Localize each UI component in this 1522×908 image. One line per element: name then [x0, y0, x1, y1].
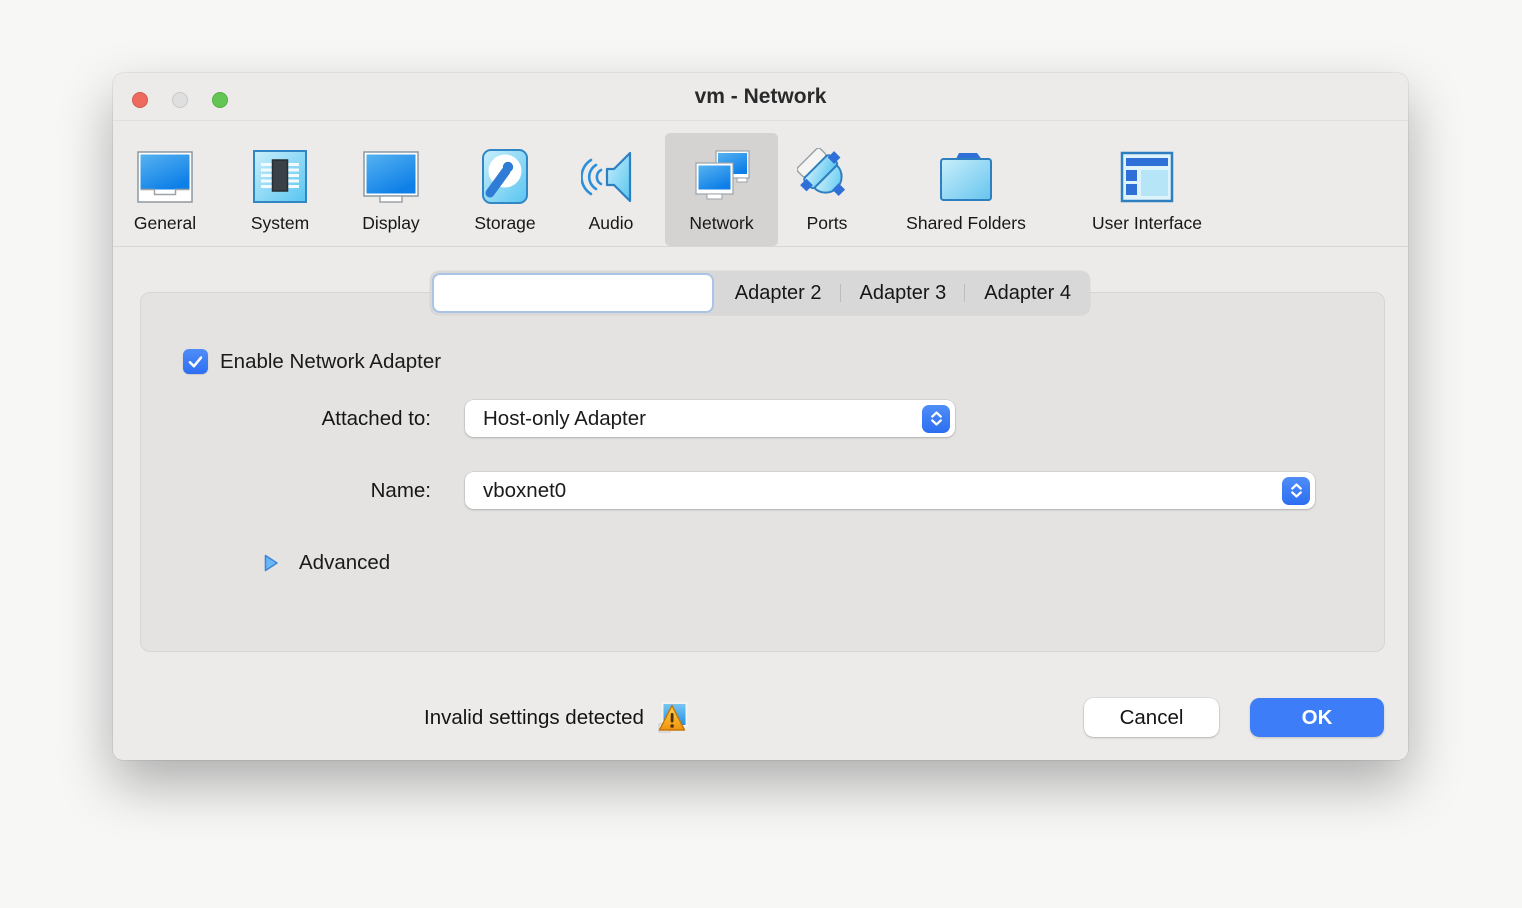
name-value: vboxnet0	[483, 479, 566, 503]
settings-window: vm - Network General	[113, 73, 1408, 760]
adapter-tabbar: Adapter 2 Adapter 3 Adapter 4	[430, 271, 1090, 315]
toolbar-item-system[interactable]: System	[235, 133, 325, 246]
toolbar-label: Network	[689, 213, 753, 234]
toolbar-label: User Interface	[1092, 213, 1202, 234]
window-icon	[1117, 147, 1177, 207]
toolbar-label: General	[134, 213, 196, 234]
popup-arrows-icon	[922, 405, 950, 433]
toolbar-label: Ports	[807, 213, 848, 234]
monitor-icon	[134, 147, 196, 207]
tab-adapter-1[interactable]	[432, 273, 714, 313]
toolbar-label: Shared Folders	[906, 213, 1026, 234]
checkmark-icon	[186, 352, 205, 371]
window-title: vm - Network	[113, 73, 1408, 121]
display-icon	[360, 147, 422, 207]
tab-label: Adapter 4	[984, 282, 1071, 305]
status-row: Invalid settings detected	[424, 698, 688, 737]
popup-arrows-icon	[1282, 477, 1310, 505]
disclosure-triangle-icon	[263, 553, 279, 573]
enable-network-adapter-checkbox[interactable]	[183, 349, 208, 374]
cancel-button[interactable]: Cancel	[1084, 698, 1219, 737]
attached-to-select[interactable]: Host-only Adapter	[465, 400, 955, 437]
speaker-icon	[581, 147, 641, 207]
tab-adapter-2[interactable]: Adapter 2	[716, 271, 841, 315]
toolbar-label: Storage	[474, 213, 535, 234]
titlebar: vm - Network	[113, 73, 1408, 121]
tab-separator	[964, 284, 965, 302]
tab-adapter-4[interactable]: Adapter 4	[965, 271, 1090, 315]
attached-to-label: Attached to:	[141, 400, 431, 437]
toolbar-label: Display	[362, 213, 419, 234]
toolbar-label: Audio	[589, 213, 634, 234]
enable-adapter-label: Enable Network Adapter	[220, 350, 441, 374]
toolbar-item-user-interface[interactable]: User Interface	[1077, 133, 1217, 246]
toolbar-item-ports[interactable]: Ports	[782, 133, 872, 246]
name-select[interactable]: vboxnet0	[465, 472, 1315, 509]
ok-button[interactable]: OK	[1250, 698, 1384, 737]
connector-icon	[797, 147, 857, 207]
hard-disk-icon	[476, 147, 534, 207]
chip-icon	[251, 147, 309, 207]
tab-label: Adapter 2	[735, 282, 822, 305]
attached-to-value: Host-only Adapter	[483, 407, 646, 431]
invalid-settings-text: Invalid settings detected	[424, 706, 644, 730]
tab-adapter-3[interactable]: Adapter 3	[841, 271, 966, 315]
network-monitors-icon	[690, 147, 754, 207]
toolbar-item-display[interactable]: Display	[346, 133, 436, 246]
toolbar-item-general[interactable]: General	[120, 133, 210, 246]
toolbar-label: System	[251, 213, 309, 234]
toolbar-item-audio[interactable]: Audio	[566, 133, 656, 246]
tab-separator	[840, 284, 841, 302]
warning-icon	[655, 702, 688, 733]
tab-label: Adapter 3	[860, 282, 947, 305]
toolbar-item-shared-folders[interactable]: Shared Folders	[891, 133, 1041, 246]
toolbar-item-storage[interactable]: Storage	[460, 133, 550, 246]
enable-adapter-row: Enable Network Adapter	[183, 349, 441, 374]
adapter-settings-panel: Enable Network Adapter Attached to: Host…	[140, 292, 1385, 652]
advanced-disclosure[interactable]: Advanced	[263, 551, 390, 575]
folder-icon	[934, 147, 998, 207]
advanced-label: Advanced	[299, 551, 390, 575]
settings-toolbar: General	[113, 122, 1408, 247]
toolbar-item-network[interactable]: Network	[665, 133, 778, 246]
name-label: Name:	[141, 472, 431, 509]
